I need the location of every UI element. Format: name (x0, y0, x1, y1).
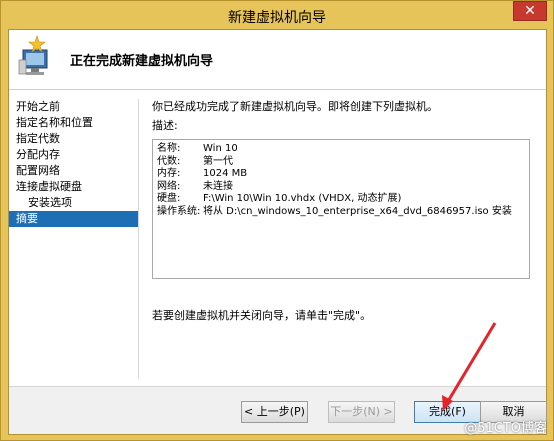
desc-value: 未连接 (203, 180, 233, 192)
wizard-window: 新建虚拟机向导 ✕ 正在完成新建虚拟机向导 开始之前 指定名称和位置 指定代数 … (0, 0, 554, 441)
nav-item-memory[interactable]: 分配内存 (9, 147, 138, 163)
desc-value: Win 10 (203, 143, 238, 154)
nav-item-summary[interactable]: 摘要 (9, 211, 138, 227)
virtual-machine-icon (18, 35, 48, 75)
close-icon: ✕ (524, 3, 536, 19)
description-label: 描述: (152, 119, 178, 132)
wizard-header: 正在完成新建虚拟机向导 (9, 30, 546, 90)
nav-item-generation[interactable]: 指定代数 (9, 131, 138, 147)
step-navigation: 开始之前 指定名称和位置 指定代数 分配内存 配置网络 连接虚拟硬盘 安装选项 … (9, 99, 139, 379)
wizard-client: 正在完成新建虚拟机向导 开始之前 指定名称和位置 指定代数 分配内存 配置网络 … (8, 29, 547, 435)
intro-text: 你已经成功完成了新建虚拟机向导。即将创建下列虚拟机。 (152, 100, 438, 113)
desc-key: 内存: (157, 168, 181, 179)
desc-row: 名称: Win 10 (157, 143, 525, 156)
desc-key: 名称: (157, 143, 181, 154)
nav-item-network[interactable]: 配置网络 (9, 163, 138, 179)
desc-key: 代数: (157, 155, 181, 167)
close-button[interactable]: ✕ (513, 1, 547, 21)
next-button[interactable]: 下一步(N) > (328, 401, 395, 423)
nav-item-before-you-begin[interactable]: 开始之前 (9, 99, 138, 115)
desc-value: F:\Win 10\Win 10.vhdx (VHDX, 动态扩展) (203, 193, 402, 204)
desc-row: 内存: 1024 MB (157, 168, 525, 181)
desc-key: 网络: (157, 180, 181, 192)
desc-row: 硬盘: F:\Win 10\Win 10.vhdx (VHDX, 动态扩展) (157, 193, 525, 206)
nav-item-install-options[interactable]: 安装选项 (9, 195, 138, 211)
desc-value: 第一代 (203, 155, 233, 167)
desc-row: 代数: 第一代 (157, 156, 525, 169)
desc-row: 操作系统: 将从 D:\cn_windows_10_enterprise_x64… (157, 206, 525, 219)
window-title: 新建虚拟机向导 (228, 10, 326, 26)
desc-key: 硬盘: (157, 193, 181, 204)
title-bar[interactable]: 新建虚拟机向导 ✕ (1, 1, 553, 29)
description-box[interactable]: 名称: Win 10 代数: 第一代 内存: 1024 MB 网络: 未连接 硬… (152, 139, 530, 279)
nav-item-virtual-disk[interactable]: 连接虚拟硬盘 (9, 179, 138, 195)
desc-row: 网络: 未连接 (157, 181, 525, 194)
finish-hint: 若要创建虚拟机并关闭向导，请单击"完成"。 (152, 309, 372, 322)
previous-button[interactable]: < 上一步(P) (241, 401, 308, 423)
desc-value: 将从 D:\cn_windows_10_enterprise_x64_dvd_6… (203, 205, 512, 217)
nav-item-name-location[interactable]: 指定名称和位置 (9, 115, 138, 131)
desc-value: 1024 MB (203, 168, 248, 179)
desc-key: 操作系统: (157, 205, 201, 217)
wizard-body: 开始之前 指定名称和位置 指定代数 分配内存 配置网络 连接虚拟硬盘 安装选项 … (9, 91, 546, 386)
summary-content: 你已经成功完成了新建虚拟机向导。即将创建下列虚拟机。 描述: 名称: Win 1… (152, 99, 537, 323)
watermark: @51CTO博客 (464, 421, 547, 436)
page-title: 正在完成新建虚拟机向导 (70, 54, 214, 69)
